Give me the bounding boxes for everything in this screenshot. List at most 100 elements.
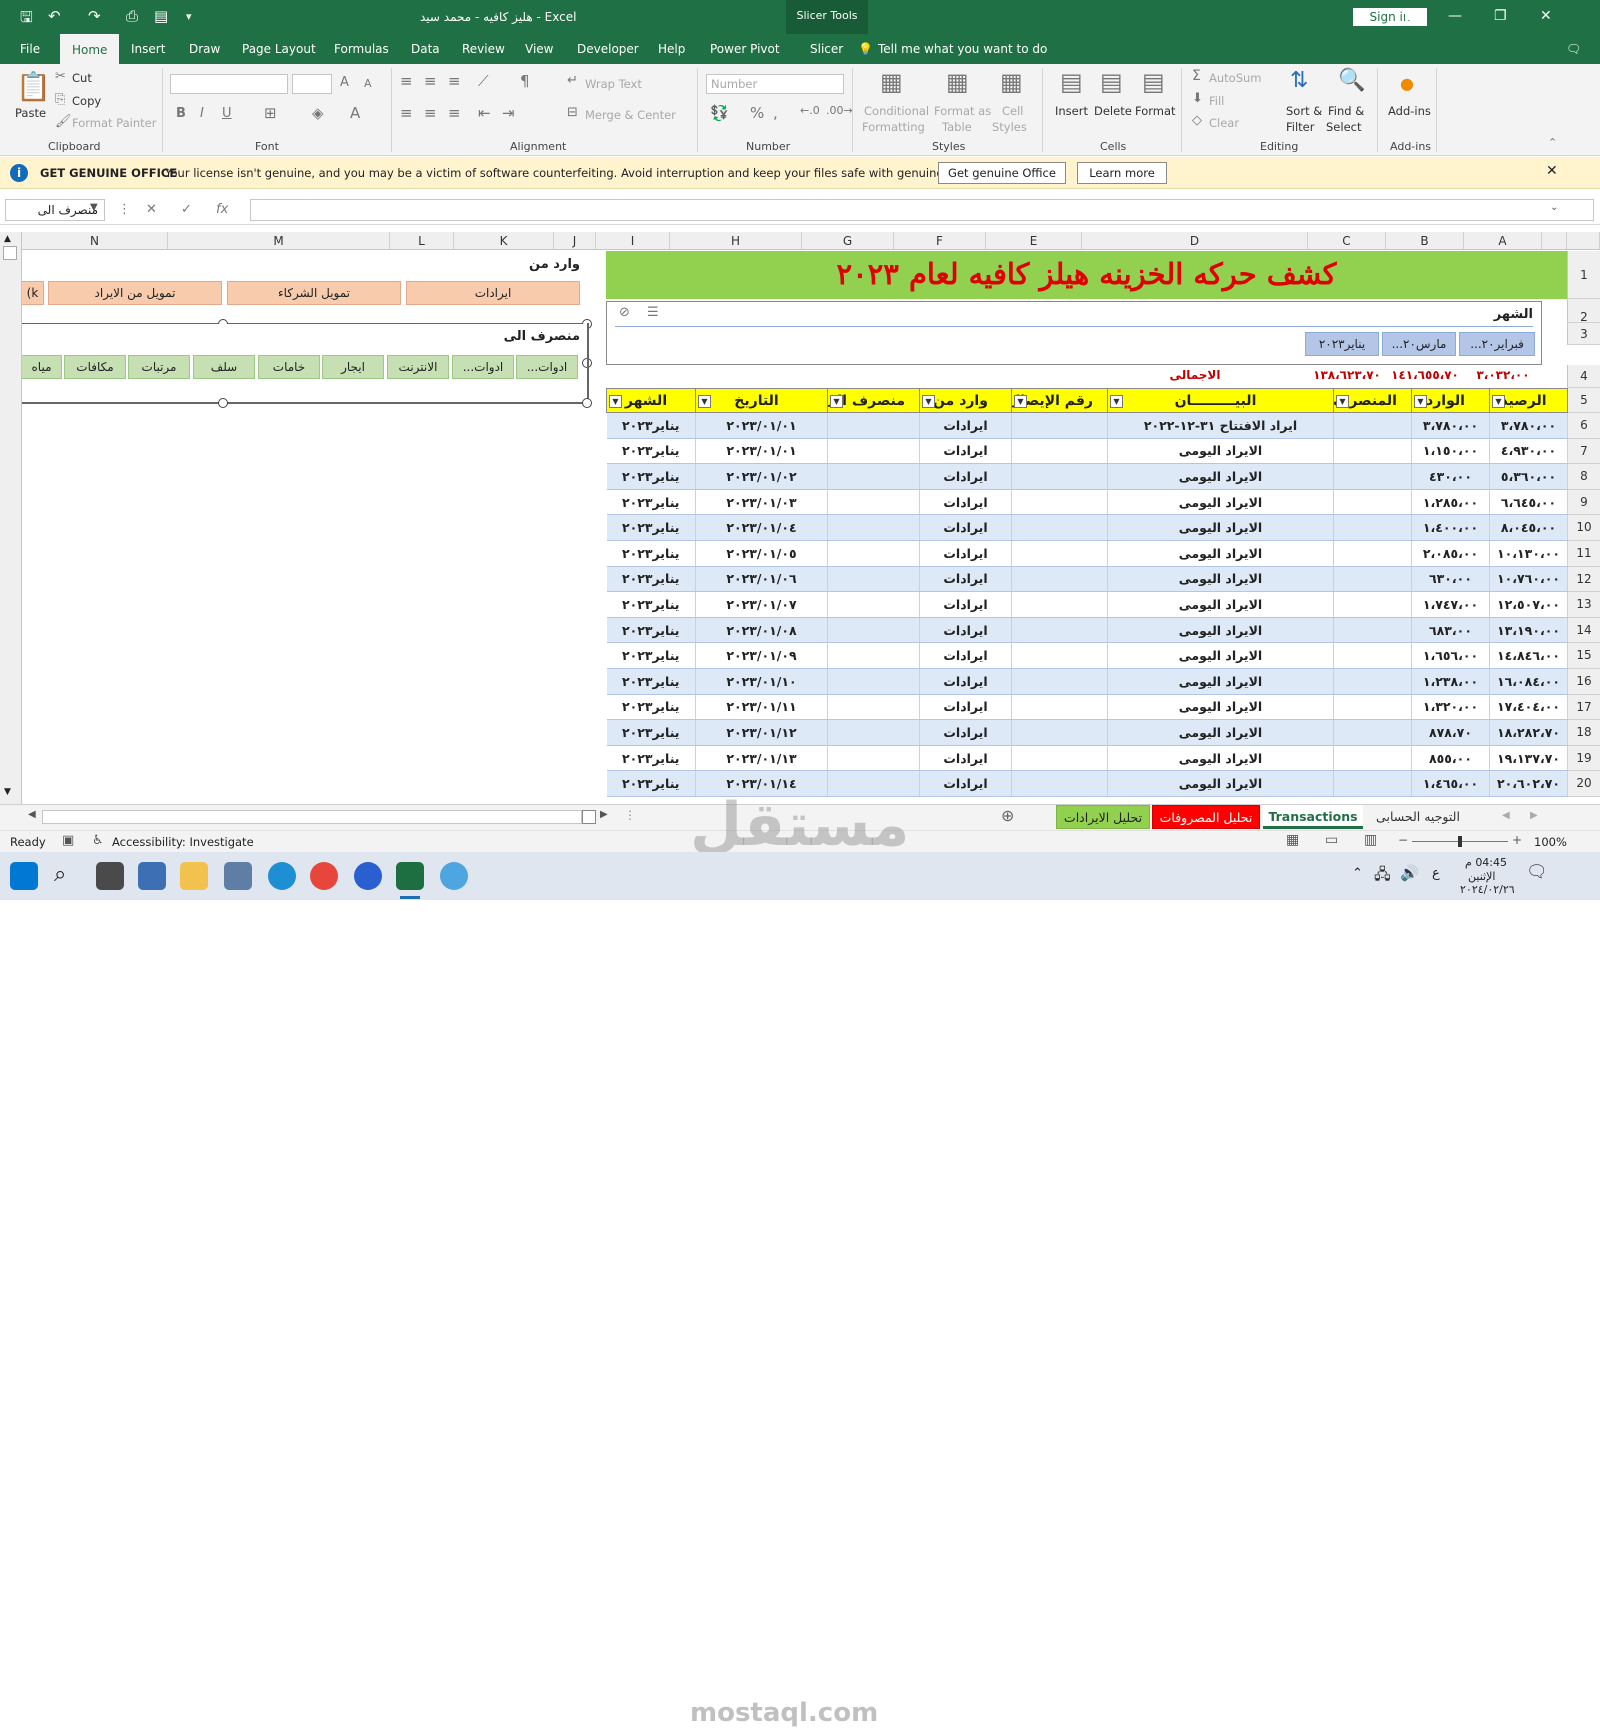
cell-month[interactable]: يناير٢٠٢٣ (606, 617, 696, 644)
cell-income[interactable]: ٨٥٥،٠٠ (1411, 745, 1490, 772)
font-size-dropdown[interactable] (292, 74, 332, 94)
edge-icon[interactable] (268, 862, 296, 890)
tray-chevron-icon[interactable]: ⌃ (1352, 866, 1363, 881)
cell-description[interactable]: الايراد اليومى (1107, 770, 1334, 797)
slicer-item-revenue-funding[interactable]: تمويل من الايراد (48, 281, 222, 305)
slicer-item-january[interactable]: يناير٢٠٢٣ (1305, 332, 1379, 356)
accounting-icon[interactable]: 💱 (710, 104, 729, 122)
cell-receipt[interactable] (1011, 719, 1108, 746)
accessibility-status[interactable]: Accessibility: Investigate (112, 835, 254, 849)
excel-taskbar-icon[interactable] (396, 862, 424, 890)
tab-data[interactable]: Data (411, 42, 440, 56)
filter-dropdown-icon[interactable]: ▼ (830, 395, 843, 408)
row-header[interactable]: 17 (1567, 694, 1600, 721)
slicer-item-partners-funding[interactable]: تمويل الشركاء (227, 281, 401, 305)
cell-month[interactable]: يناير٢٠٢٣ (606, 719, 696, 746)
table-row[interactable]: ١٧،٤٠٤،٠٠ ١،٣٢٠،٠٠ الايراد اليومى ايرادات ٢٠… (606, 694, 1568, 721)
sort-filter-button[interactable]: Sort & (1286, 104, 1322, 118)
slicer-item-march[interactable]: مارس٢٠... (1382, 332, 1456, 356)
cell-expense-to[interactable] (827, 617, 920, 644)
cell-expense-to[interactable] (827, 566, 920, 593)
cell-balance[interactable]: ٥،٣٦٠،٠٠ (1489, 463, 1568, 490)
text-direction-icon[interactable]: ¶ (520, 72, 530, 90)
cell-month[interactable]: يناير٢٠٢٣ (606, 489, 696, 516)
cell-income[interactable]: ١،٧٤٧،٠٠ (1411, 591, 1490, 618)
expand-formula-icon[interactable]: ⌄ (1550, 202, 1558, 213)
column-header-c[interactable]: C (1308, 232, 1386, 250)
cell-description[interactable]: الايراد اليومى (1107, 489, 1334, 516)
cell-month[interactable]: يناير٢٠٢٣ (606, 770, 696, 797)
cell-expense[interactable] (1333, 694, 1412, 721)
increase-font-icon[interactable]: A (340, 75, 349, 90)
cell-expense[interactable] (1333, 617, 1412, 644)
cell-description[interactable]: الايراد اليومى (1107, 566, 1334, 593)
cell-income-from[interactable]: ايرادات (919, 489, 1012, 516)
column-header-a[interactable]: A (1464, 232, 1542, 250)
format-cells-button[interactable]: Format (1135, 104, 1176, 118)
header-expense[interactable]: المنصرف ▼ (1333, 388, 1412, 413)
align-left-icon[interactable]: ≡ (400, 104, 413, 122)
column-header-i[interactable]: I (596, 232, 670, 250)
table-row[interactable]: ٤،٩٣٠،٠٠ ١،١٥٠،٠٠ الايراد اليومى ايرادات ٢٠٢… (606, 438, 1568, 465)
cell-income-from[interactable]: ايرادات (919, 566, 1012, 593)
cell-income-from[interactable]: ايرادات (919, 694, 1012, 721)
cell-balance[interactable]: ١٠،٧٦٠،٠٠ (1489, 566, 1568, 593)
horizontal-scrollbar[interactable] (42, 810, 582, 824)
cell-receipt[interactable] (1011, 438, 1108, 465)
scroll-down-icon[interactable]: ▼ (4, 787, 11, 797)
underline-icon[interactable]: U (222, 106, 232, 121)
cell-income-from[interactable]: ايرادات (919, 770, 1012, 797)
chrome-icon[interactable] (310, 862, 338, 890)
tab-home[interactable]: Home (60, 34, 120, 64)
align-right-icon[interactable]: ≡ (448, 104, 461, 122)
cell-expense[interactable] (1333, 770, 1412, 797)
tab-transactions[interactable]: Transactions (1263, 805, 1363, 829)
increase-indent-icon[interactable]: ⇥ (502, 104, 515, 122)
zoom-slider-thumb[interactable] (1458, 836, 1462, 847)
task-view-icon[interactable] (96, 862, 124, 890)
row-header[interactable]: 3 (1567, 323, 1600, 345)
cell-date[interactable]: ٢٠٢٣/٠١/٠٢ (695, 463, 828, 490)
cell-income[interactable]: ١،٣٢٠،٠٠ (1411, 694, 1490, 721)
cell-income[interactable]: ٤٣٠،٠٠ (1411, 463, 1490, 490)
cell-expense-to[interactable] (827, 438, 920, 465)
table-row[interactable]: ١٢،٥٠٧،٠٠ ١،٧٤٧،٠٠ الايراد اليومى ايرادات ٢٠… (606, 591, 1568, 618)
tab-expense-analysis[interactable]: تحليل المصروفات (1152, 805, 1260, 829)
page-break-view-icon[interactable]: ▥ (1364, 832, 1377, 848)
row-header[interactable]: 20 (1567, 771, 1600, 797)
row-header[interactable]: 7 (1567, 438, 1600, 465)
cell-month[interactable]: يناير٢٠٢٣ (606, 745, 696, 772)
column-header-k[interactable]: K (454, 232, 554, 250)
learn-more-button[interactable]: Learn more (1077, 162, 1167, 184)
cell-description[interactable]: الايراد اليومى (1107, 668, 1334, 695)
fill-color-icon[interactable]: ◈ (312, 104, 324, 122)
clock-time[interactable]: 04:45 م (1465, 856, 1507, 869)
cell-income[interactable]: ١،٦٥٦،٠٠ (1411, 642, 1490, 669)
cell-expense[interactable] (1333, 412, 1412, 439)
cell-balance[interactable]: ٤،٩٣٠،٠٠ (1489, 438, 1568, 465)
merge-center-button[interactable]: Merge & Center (585, 108, 676, 122)
cell-receipt[interactable] (1011, 489, 1108, 516)
cell-date[interactable]: ٢٠٢٣/٠١/٠٦ (695, 566, 828, 593)
cell-month[interactable]: يناير٢٠٢٣ (606, 514, 696, 541)
column-header-b[interactable]: B (1386, 232, 1464, 250)
slicer-item-internet[interactable]: الانترنت (387, 355, 449, 379)
cell-income[interactable]: ١،٤٠٠،٠٠ (1411, 514, 1490, 541)
cell-expense[interactable] (1333, 668, 1412, 695)
tab-slicer[interactable]: Slicer (810, 42, 843, 56)
cell-month[interactable]: يناير٢٠٢٣ (606, 412, 696, 439)
clear-filter-icon[interactable]: ⊘ (619, 305, 630, 320)
tab-formulas[interactable]: Formulas (334, 42, 389, 56)
cancel-icon[interactable]: ✕ (146, 202, 157, 217)
column-header-g[interactable]: G (802, 232, 894, 250)
row-header[interactable]: 5 (1567, 388, 1600, 413)
get-genuine-office-button[interactable]: Get genuine Office (938, 162, 1066, 184)
tab-power-pivot[interactable]: Power Pivot (710, 42, 780, 56)
cell-income-from[interactable]: ايرادات (919, 540, 1012, 567)
filter-dropdown-icon[interactable]: ▼ (1336, 395, 1349, 408)
cell-income[interactable]: ٢،٠٨٥،٠٠ (1411, 540, 1490, 567)
save-icon[interactable]: 🖫 (20, 7, 33, 32)
paste-icon[interactable]: 📋 (16, 70, 51, 103)
cell-date[interactable]: ٢٠٢٣/٠١/٠١ (695, 438, 828, 465)
cell-month[interactable]: يناير٢٠٢٣ (606, 591, 696, 618)
